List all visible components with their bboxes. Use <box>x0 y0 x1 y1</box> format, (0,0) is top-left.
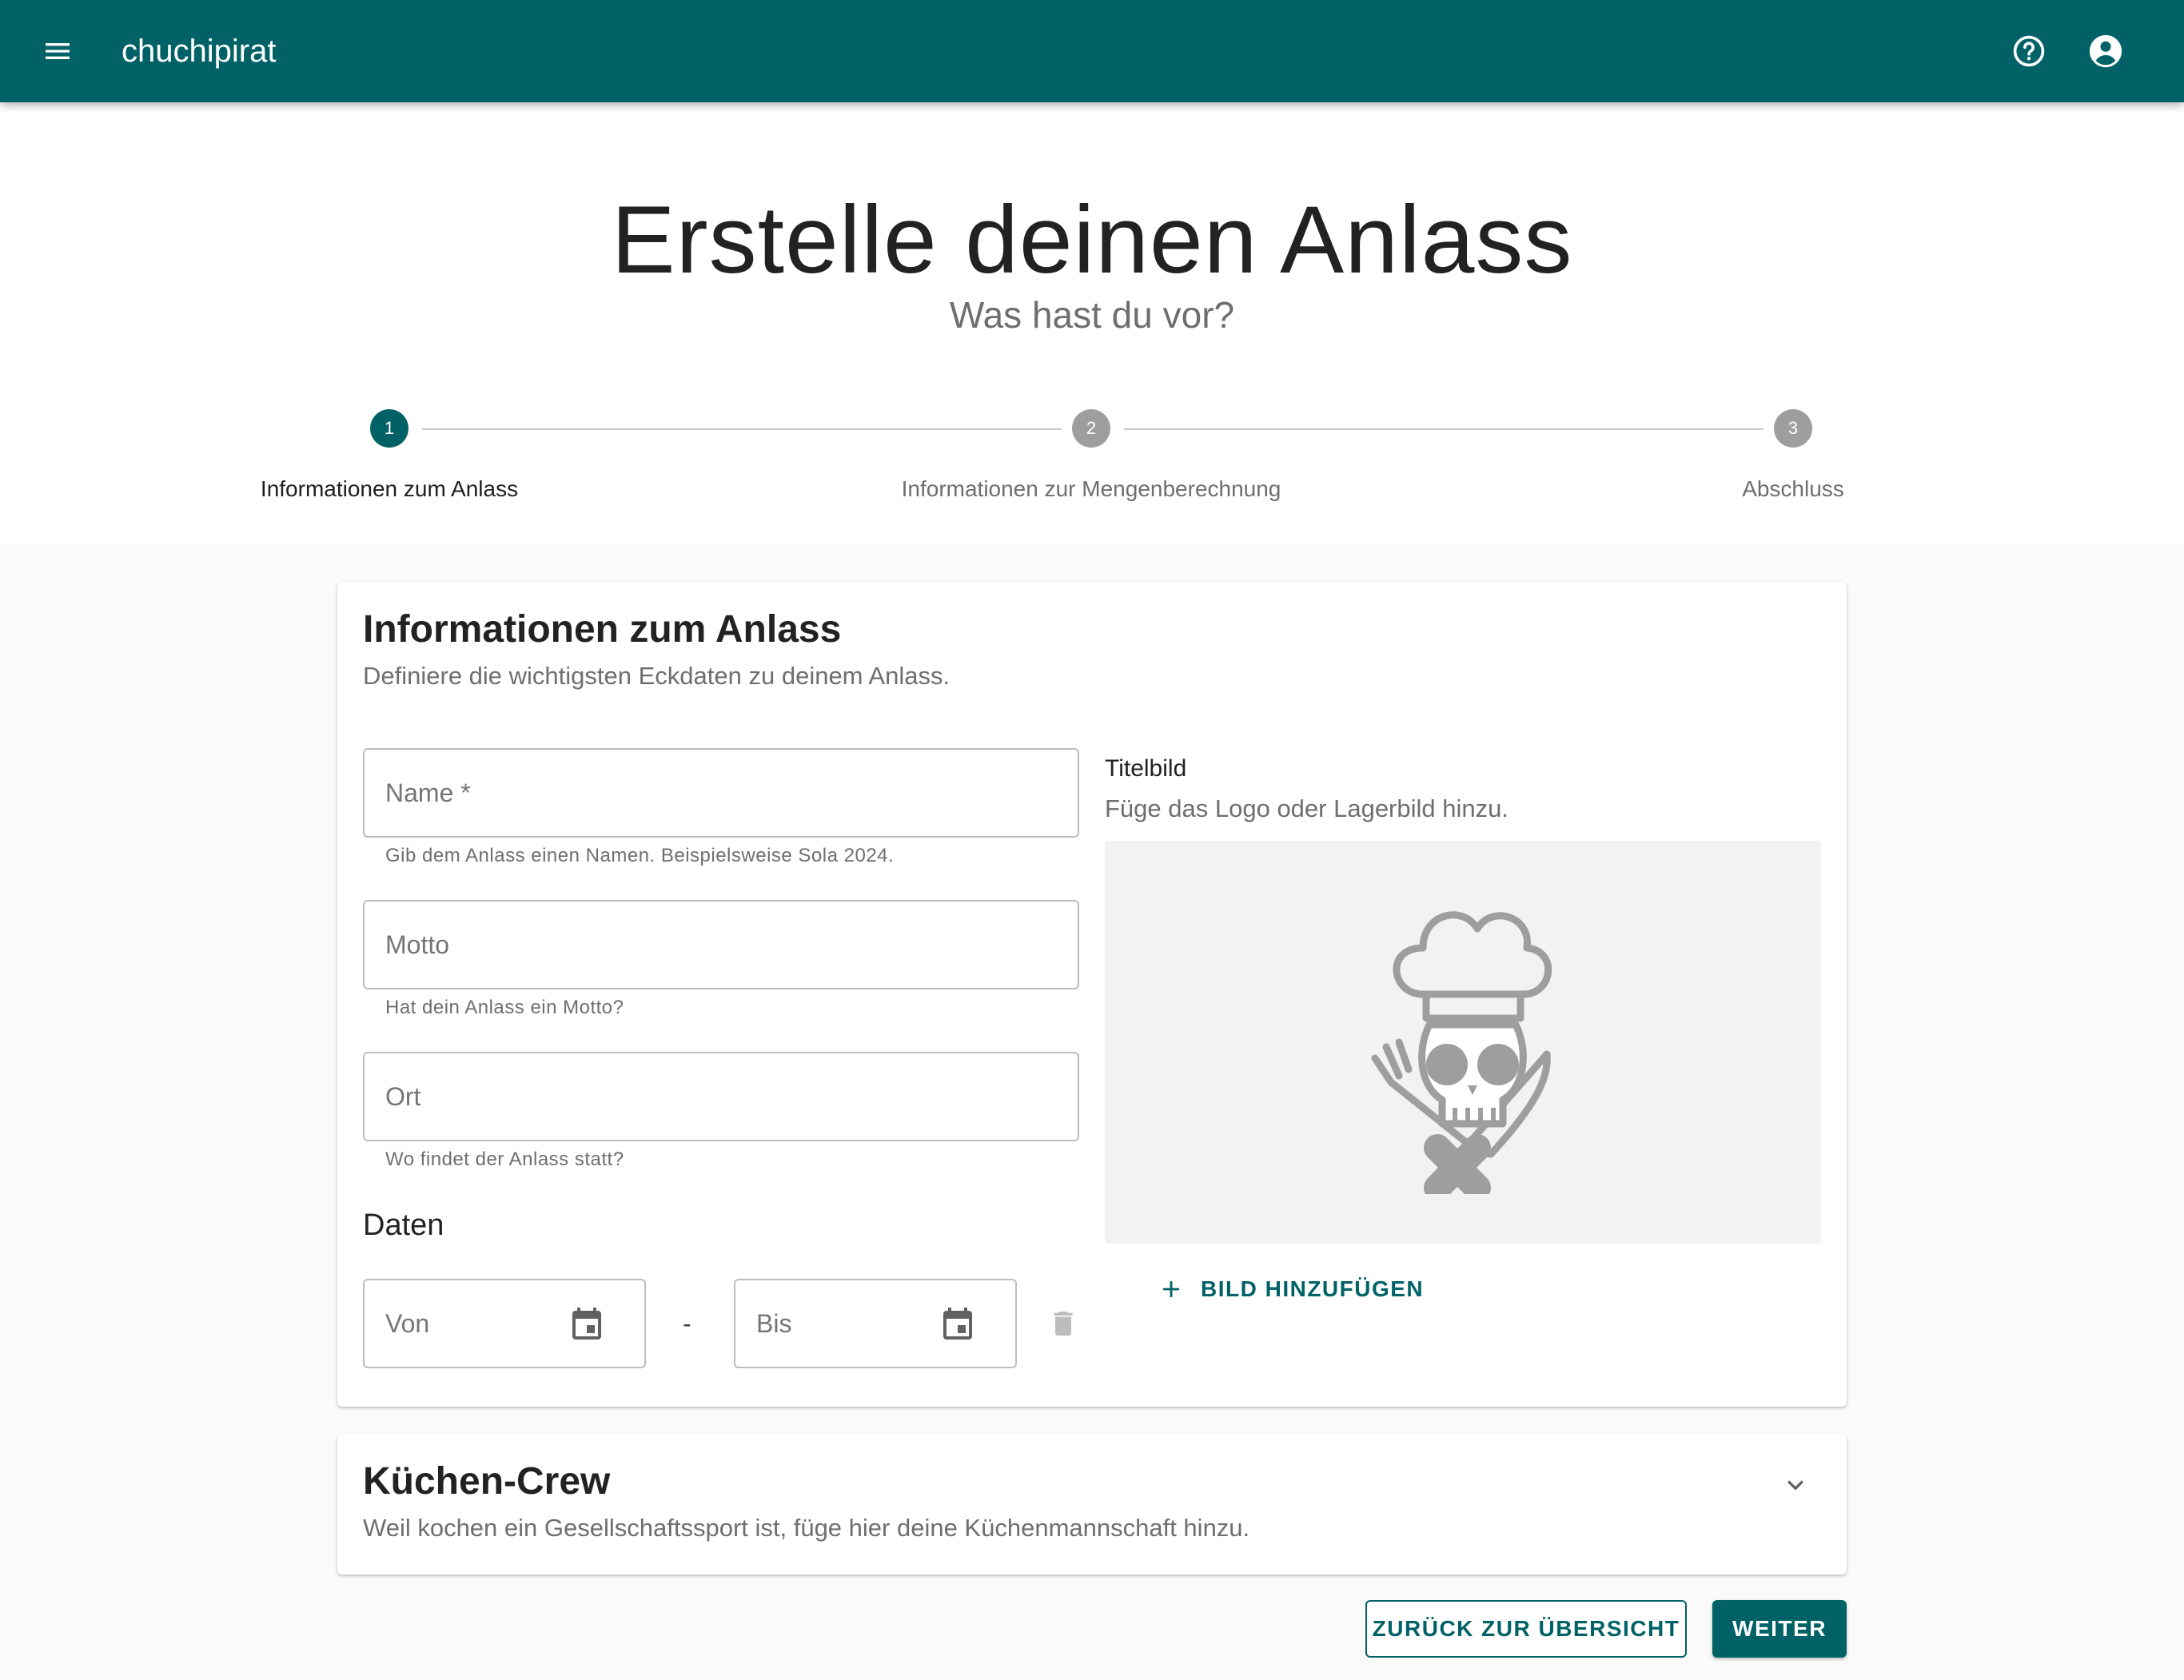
page-title: Erstelle deinen Anlass <box>611 186 1573 293</box>
date-to-label: Bis <box>756 1308 792 1338</box>
calendar-icon[interactable] <box>568 1304 606 1343</box>
app-title[interactable]: chuchipirat <box>122 30 276 72</box>
dates-heading: Daten <box>363 1208 444 1242</box>
app-bar: chuchipirat <box>0 0 2184 102</box>
menu-button[interactable] <box>35 29 80 74</box>
step-1-number: 1 <box>384 418 395 438</box>
expand-crew-button[interactable] <box>1773 1463 1818 1507</box>
crew-card-title: Küchen-Crew <box>363 1460 611 1503</box>
trash-icon <box>1054 1312 1073 1336</box>
chef-skull-logo-icon <box>1371 911 1552 1194</box>
step-1-indicator[interactable]: 1 <box>370 409 409 448</box>
card-subtitle: Definiere die wichtigsten Eckdaten zu de… <box>363 662 951 690</box>
step-connector-1 <box>422 428 1062 430</box>
step-2-indicator[interactable]: 2 <box>1072 409 1110 448</box>
help-circle-icon <box>2013 35 2045 67</box>
chevron-down-icon <box>1787 1480 1803 1491</box>
step-2-label[interactable]: Informationen zur Mengenberechnung <box>902 475 1281 504</box>
add-image-label: BILD HINZUFÜGEN <box>1201 1276 1425 1301</box>
location-field[interactable]: Ort <box>363 1052 1079 1141</box>
cover-image-placeholder[interactable] <box>1105 841 1821 1244</box>
delete-date-button[interactable] <box>1044 1304 1082 1343</box>
date-from-label: Von <box>385 1308 430 1338</box>
plus-icon <box>1163 1281 1179 1297</box>
date-range-separator: - <box>683 1309 691 1338</box>
menu-icon <box>46 43 70 59</box>
cover-image-hint: Füge das Logo oder Lagerbild hinzu. <box>1105 794 1508 822</box>
name-field[interactable]: Name * <box>363 748 1079 838</box>
card-title: Informationen zum Anlass <box>363 608 842 651</box>
motto-field-hint: Hat dein Anlass ein Motto? <box>385 997 624 1018</box>
step-1-label[interactable]: Informationen zum Anlass <box>261 475 518 504</box>
cover-image-label: Titelbild <box>1105 755 1187 782</box>
motto-field[interactable]: Motto <box>363 900 1079 989</box>
add-image-button[interactable]: BILD HINZUFÜGEN <box>1158 1276 1424 1303</box>
name-field-label: Name * <box>385 778 471 807</box>
help-button[interactable] <box>2007 29 2051 74</box>
date-from-field[interactable]: Von <box>363 1279 646 1368</box>
back-to-overview-button[interactable]: ZURÜCK ZUR ÜBERSICHT <box>1365 1600 1687 1658</box>
step-3-indicator[interactable]: 3 <box>1774 409 1812 448</box>
next-button[interactable]: WEITER <box>1712 1600 1847 1658</box>
calendar-icon[interactable] <box>939 1304 977 1343</box>
location-field-hint: Wo findet der Anlass statt? <box>385 1149 624 1170</box>
step-connector-2 <box>1124 428 1764 430</box>
motto-field-label: Motto <box>385 930 450 959</box>
page-header: Erstelle deinen Anlass Was hast du vor? … <box>0 102 2184 543</box>
account-button[interactable] <box>2083 29 2128 74</box>
account-circle-icon <box>2089 34 2122 68</box>
location-field-label: Ort <box>385 1081 421 1111</box>
kitchen-crew-card[interactable]: Küchen-Crew Weil kochen ein Gesellschaft… <box>337 1434 1847 1575</box>
name-field-hint: Gib dem Anlass einen Namen. Beispielswei… <box>385 845 895 866</box>
step-3-number: 3 <box>1787 418 1799 438</box>
page-subtitle: Was hast du vor? <box>949 294 1235 336</box>
step-2-number: 2 <box>1086 418 1097 438</box>
date-to-field[interactable]: Bis <box>734 1279 1017 1368</box>
step-3-label[interactable]: Abschluss <box>1742 475 1844 504</box>
crew-card-subtitle: Weil kochen ein Gesellschaftssport ist, … <box>363 1514 1250 1542</box>
event-info-card: Informationen zum Anlass Definiere die w… <box>337 582 1847 1407</box>
